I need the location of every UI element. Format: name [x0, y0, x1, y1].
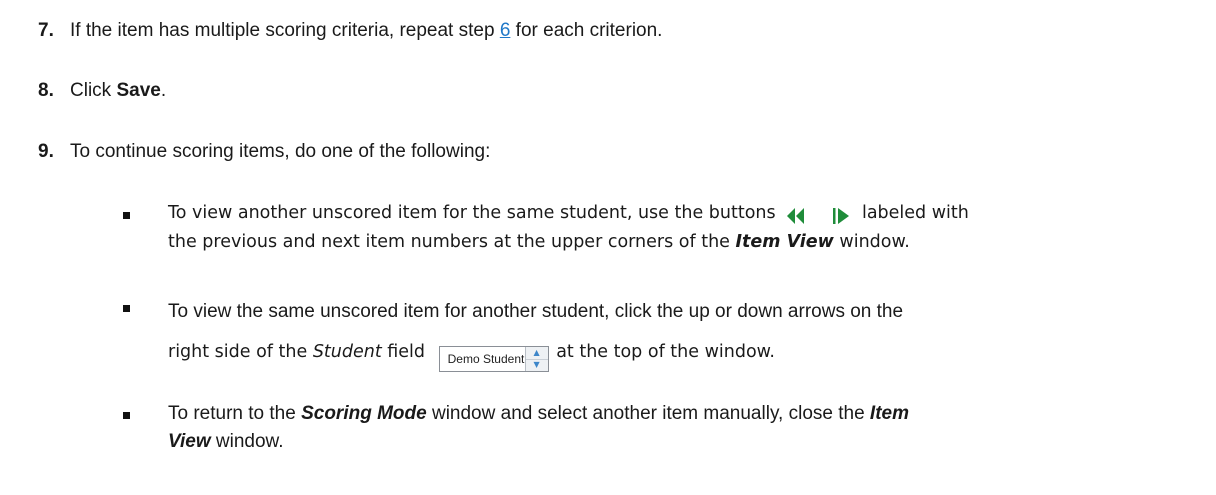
step-number: 8. — [38, 80, 54, 101]
previous-item-button-icon[interactable] — [785, 206, 807, 226]
bullet-text: right side of the — [168, 342, 313, 362]
bullet-item-navigate-students: To view the same unscored item for anoth… — [168, 292, 903, 372]
item-label: Item — [869, 403, 909, 424]
student-label: Student — [312, 342, 382, 362]
step-number: 7. — [38, 20, 54, 41]
step-number: 9. — [38, 141, 54, 162]
bullet-text: window. — [833, 232, 910, 253]
down-arrow-icon[interactable]: ▼ — [526, 360, 548, 372]
bullet-text: at the top of the window. — [556, 342, 775, 362]
student-spinner: ▲ ▼ — [525, 347, 548, 372]
bullet-text: field — [381, 342, 426, 362]
nav-buttons — [785, 203, 852, 229]
bullet-text: To return to the — [168, 403, 302, 424]
bullet-text: the previous and next item numbers at th… — [168, 232, 736, 253]
next-item-button-icon[interactable] — [830, 206, 852, 226]
bullet-text: labeled with — [861, 203, 969, 223]
bullet-marker — [123, 305, 130, 312]
step-text-end: for each criterion. — [510, 20, 663, 41]
step-6-link[interactable]: 6 — [500, 20, 511, 41]
up-arrow-icon[interactable]: ▲ — [525, 347, 548, 360]
student-field[interactable]: Demo Student ▲ ▼ — [438, 346, 549, 372]
step-text: To continue scoring items, do one of the… — [70, 141, 491, 162]
save-label: Save — [116, 80, 161, 101]
bullet-marker — [123, 212, 130, 219]
student-field-value: Demo Student — [439, 347, 526, 371]
step-text-end: . — [160, 80, 167, 101]
item-view-label: Item View — [735, 232, 834, 253]
scoring-mode-label: Scoring Mode — [301, 403, 427, 424]
bullet-item-return-scoring-mode: To return to the Scoring Mode window and… — [168, 400, 909, 456]
bullet-text: To view another unscored item for the sa… — [168, 203, 776, 223]
view-label: View — [168, 431, 211, 452]
step-text: Click — [70, 80, 117, 101]
bullet-text: window. — [210, 431, 284, 452]
bullet-item-navigate-items: To view another unscored item for the sa… — [168, 200, 969, 256]
step-text: If the item has multiple scoring criteri… — [70, 20, 500, 41]
bullet-text: window and select another item manually,… — [426, 403, 870, 424]
bullet-text: To view the same unscored item for anoth… — [168, 301, 904, 322]
bullet-marker — [123, 412, 130, 419]
